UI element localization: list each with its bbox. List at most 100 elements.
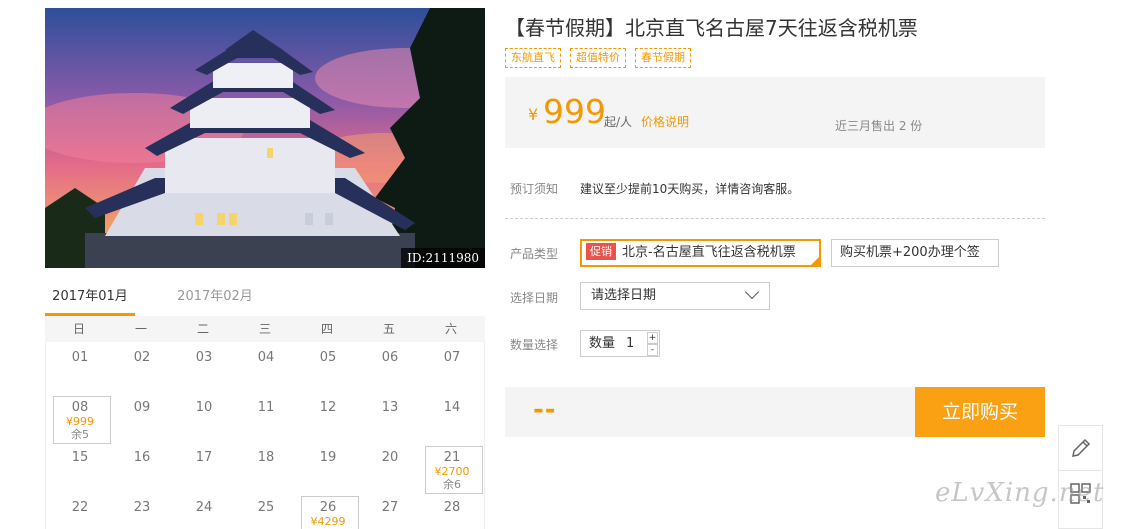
calendar-day-number: 27 [381, 500, 399, 515]
calendar-day-number: 06 [381, 350, 399, 365]
tab-month-jan[interactable]: 2017年01月 [45, 282, 135, 316]
selected-check-icon [811, 257, 819, 265]
calendar-day-number: 17 [195, 450, 213, 465]
calendar-grid: 01 02 03 04 05 06 07 08 ¥999 余5 09 10 11 12 13 14 15 16 17… [45, 342, 485, 529]
calendar-day[interactable]: 25 [235, 492, 297, 529]
calendar-day-number: 04 [257, 350, 275, 365]
calendar-day[interactable]: 23 [111, 492, 173, 529]
calendar-day[interactable]: 16 [111, 442, 173, 492]
calendar-day-number: 26 [319, 500, 337, 515]
weekday-header: 日 一 二 三 四 五 六 [45, 316, 485, 342]
calendar-day-number: 19 [319, 450, 337, 465]
divider [505, 218, 1045, 219]
calendar-day-number: 10 [195, 400, 213, 415]
weekday-tue: 二 [196, 322, 209, 336]
month-tabs: 2017年01月 2017年02月 [45, 282, 485, 316]
image-id-badge: ID:2111980 [401, 248, 485, 268]
price-panel: ¥ 999 起/人 价格说明 近三月售出 2 份 [505, 77, 1045, 148]
calendar-day[interactable]: 27 [359, 492, 421, 529]
date-select[interactable]: 请选择日期 [580, 282, 770, 310]
pencil-icon[interactable] [1059, 426, 1102, 471]
notice-text: 建议至少提前10天购买，详情咨询客服。 [580, 182, 800, 196]
promo-badge: 促销 [586, 243, 616, 260]
calendar-day-number: 13 [381, 400, 399, 415]
product-tags: 东航直飞 超值特价 春节假期 [505, 46, 700, 68]
calendar-day[interactable]: 28 [421, 492, 483, 529]
calendar-day[interactable]: 02 [111, 342, 173, 392]
product-type-option-ticket-label: 北京-名古屋直飞往返含税机票 [622, 245, 796, 260]
calendar-day-number: 20 [381, 450, 399, 465]
calendar-day-number: 02 [133, 350, 151, 365]
weekday-wed: 三 [258, 322, 271, 336]
calendar-day-price: ¥4299 [310, 515, 346, 528]
site-watermark: eLvXing.net [935, 478, 1105, 508]
price-amount: 999 [543, 92, 606, 131]
calendar-day-number: 25 [257, 500, 275, 515]
tag-special-price: 超值特价 [570, 48, 626, 68]
tag-spring-festival: 春节假期 [635, 48, 691, 68]
tab-month-feb[interactable]: 2017年02月 [170, 282, 260, 316]
calendar-day[interactable]: 13 [359, 392, 421, 442]
calendar-day[interactable]: 03 [173, 342, 235, 392]
calendar-day[interactable]: 01 [49, 342, 111, 392]
quantity-field-label: 数量 [589, 336, 616, 351]
calendar-day[interactable]: 18 [235, 442, 297, 492]
calendar-day[interactable]: 26 ¥4299 [297, 492, 359, 529]
calendar-day[interactable]: 10 [173, 392, 235, 442]
quantity-value[interactable]: 1 [626, 331, 634, 356]
tag-direct-flight: 东航直飞 [505, 48, 561, 68]
product-type-option-ticket[interactable]: 促销 北京-名古屋直飞往返含税机票 [580, 239, 821, 267]
calendar-day[interactable]: 05 [297, 342, 359, 392]
calendar-day[interactable]: 12 [297, 392, 359, 442]
calendar-day[interactable]: 22 [49, 492, 111, 529]
calendar-day[interactable]: 21 ¥2700 余6 [421, 442, 483, 494]
calendar-day-number: 14 [443, 400, 461, 415]
calendar-day-number: 16 [133, 450, 151, 465]
calendar-day-price: ¥2700 [434, 465, 470, 478]
product-type-label: 产品类型 [510, 247, 559, 261]
date-label: 选择日期 [510, 291, 559, 305]
calendar-day[interactable]: 14 [421, 392, 483, 442]
calendar-day[interactable]: 07 [421, 342, 483, 392]
calendar-day-number: 15 [71, 450, 89, 465]
buy-now-button[interactable]: 立即购买 [915, 387, 1045, 437]
currency-symbol: ¥ [528, 105, 539, 124]
product-type-option-visa[interactable]: 购买机票+200办理个签 [831, 239, 999, 267]
calendar-day-number: 03 [195, 350, 213, 365]
calendar-day-number: 22 [71, 500, 89, 515]
calendar-day-number: 05 [319, 350, 337, 365]
calendar-day-number: 11 [257, 400, 275, 415]
price-note-link[interactable]: 价格说明 [641, 113, 689, 130]
chevron-down-icon [744, 284, 760, 300]
calendar-day-stock: 余6 [443, 478, 461, 491]
total-price: -- [533, 395, 557, 425]
calendar-day-number: 21 [443, 450, 461, 465]
quantity-stepper[interactable]: 数量 1 + - [580, 330, 660, 357]
calendar-day[interactable]: 06 [359, 342, 421, 392]
calendar-day[interactable]: 20 [359, 442, 421, 492]
calendar-day[interactable]: 15 [49, 442, 111, 492]
weekday-sat: 六 [444, 322, 457, 336]
calendar-day-number: 08 [71, 400, 89, 415]
calendar-day-number: 28 [443, 500, 461, 515]
calendar-day[interactable]: 17 [173, 442, 235, 492]
quantity-decrement-button[interactable]: - [647, 344, 658, 356]
calendar-day[interactable]: 04 [235, 342, 297, 392]
calendar-day-number: 18 [257, 450, 275, 465]
calendar-day[interactable]: 08 ¥999 余5 [49, 392, 111, 444]
calendar-day-number: 07 [443, 350, 461, 365]
calendar-day[interactable]: 19 [297, 442, 359, 492]
calendar-day-stock: 余5 [71, 428, 89, 441]
calendar-day[interactable]: 24 [173, 492, 235, 529]
date-select-value: 请选择日期 [591, 288, 657, 303]
price-unit: 起/人 [604, 115, 633, 129]
calendar-day[interactable]: 09 [111, 392, 173, 442]
weekday-sun: 日 [72, 322, 85, 336]
weekday-mon: 一 [134, 322, 147, 336]
weekday-fri: 五 [382, 322, 395, 336]
calendar-day-number: 12 [319, 400, 337, 415]
calendar-day[interactable]: 11 [235, 392, 297, 442]
sold-count: 近三月售出 2 份 [835, 119, 923, 133]
calendar-day-number: 24 [195, 500, 213, 515]
quantity-increment-button[interactable]: + [647, 332, 658, 344]
